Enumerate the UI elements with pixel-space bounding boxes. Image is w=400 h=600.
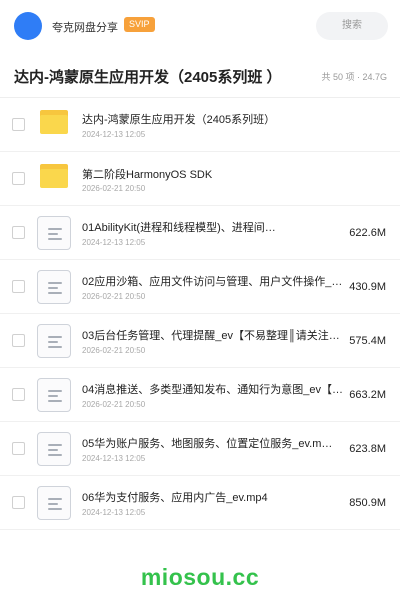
file-list: 达内-鸿蒙原生应用开发（2405系列班） 2024-12-13 12:05 第二… bbox=[0, 98, 400, 530]
item-size: 575.4M bbox=[349, 335, 386, 347]
search-button[interactable]: 搜索 bbox=[316, 12, 388, 40]
row-checkbox[interactable] bbox=[12, 280, 25, 293]
item-name: 01AbilityKit(进程和线程模型)、进程间… bbox=[82, 222, 276, 234]
row-checkbox[interactable] bbox=[12, 334, 25, 347]
item-name: 04消息推送、多类型通知发布、通知行为意图_ev【… bbox=[82, 384, 343, 396]
avatar[interactable] bbox=[14, 12, 42, 40]
item-size: 622.6M bbox=[349, 227, 386, 239]
row-checkbox[interactable] bbox=[12, 172, 25, 185]
watermark: miosou.cc bbox=[140, 564, 260, 590]
svip-badge: SVIP bbox=[124, 17, 155, 32]
item-date: 2026-02-21 20:50 bbox=[82, 292, 146, 301]
item-name: 05华为账户服务、地图服务、位置定位服务_ev.m… bbox=[82, 438, 333, 450]
folder-header: 达内-鸿蒙原生应用开发（2405系列班 ） 共 50 项 · 24.7G bbox=[0, 52, 400, 98]
list-item[interactable]: 02应用沙箱、应用文件访问与管理、用户文件操作_e… 2026-02-21 20… bbox=[0, 260, 400, 314]
document-icon bbox=[37, 216, 71, 250]
item-name: 第二阶段HarmonyOS SDK bbox=[82, 169, 213, 181]
folder-meta: 共 50 项 · 24.7G bbox=[321, 72, 387, 82]
item-date: 2026-02-21 20:50 bbox=[82, 346, 146, 355]
item-size: 663.2M bbox=[349, 389, 386, 401]
row-checkbox[interactable] bbox=[12, 388, 25, 401]
document-icon bbox=[37, 324, 71, 358]
folder-icon bbox=[40, 110, 68, 134]
document-icon bbox=[37, 270, 71, 304]
list-item[interactable]: 达内-鸿蒙原生应用开发（2405系列班） 2024-12-13 12:05 bbox=[0, 98, 400, 152]
list-item[interactable]: 05华为账户服务、地图服务、位置定位服务_ev.m… 2024-12-13 12… bbox=[0, 422, 400, 476]
item-size: 430.9M bbox=[349, 281, 386, 293]
top-bar: 夸克网盘分享 SVIP 搜索 bbox=[0, 0, 400, 52]
document-icon bbox=[37, 432, 71, 466]
document-icon bbox=[37, 486, 71, 520]
item-name: 06华为支付服务、应用内广告_ev.mp4 bbox=[82, 492, 268, 504]
list-item[interactable]: 04消息推送、多类型通知发布、通知行为意图_ev【… 2026-02-21 20… bbox=[0, 368, 400, 422]
row-checkbox[interactable] bbox=[12, 118, 25, 131]
document-icon bbox=[37, 378, 71, 412]
list-item[interactable]: 06华为支付服务、应用内广告_ev.mp4 2024-12-13 12:05 8… bbox=[0, 476, 400, 530]
row-checkbox[interactable] bbox=[12, 496, 25, 509]
row-checkbox[interactable] bbox=[12, 226, 25, 239]
item-date: 2024-12-13 12:05 bbox=[82, 130, 146, 139]
item-name: 02应用沙箱、应用文件访问与管理、用户文件操作_e… bbox=[82, 276, 348, 288]
item-date: 2024-12-13 12:05 bbox=[82, 238, 146, 247]
item-date: 2024-12-13 12:05 bbox=[82, 508, 146, 517]
item-name: 达内-鸿蒙原生应用开发（2405系列班） bbox=[82, 114, 276, 126]
item-date: 2026-02-21 20:50 bbox=[82, 184, 146, 193]
item-date: 2024-12-13 12:05 bbox=[82, 454, 146, 463]
folder-icon bbox=[40, 164, 68, 188]
list-item[interactable]: 第二阶段HarmonyOS SDK 2026-02-21 20:50 bbox=[0, 152, 400, 206]
brand-name: 夸克网盘分享 bbox=[52, 22, 118, 34]
list-item[interactable]: 03后台任务管理、代理提醒_ev【不易整理║请关注… 2026-02-21 20… bbox=[0, 314, 400, 368]
page-title: 达内-鸿蒙原生应用开发（2405系列班 ） bbox=[14, 69, 282, 86]
row-checkbox[interactable] bbox=[12, 442, 25, 455]
item-date: 2026-02-21 20:50 bbox=[82, 400, 146, 409]
item-name: 03后台任务管理、代理提醒_ev【不易整理║请关注… bbox=[82, 330, 340, 342]
item-size: 623.8M bbox=[349, 443, 386, 455]
list-item[interactable]: 01AbilityKit(进程和线程模型)、进程间… 2024-12-13 12… bbox=[0, 206, 400, 260]
item-size: 850.9M bbox=[349, 497, 386, 509]
